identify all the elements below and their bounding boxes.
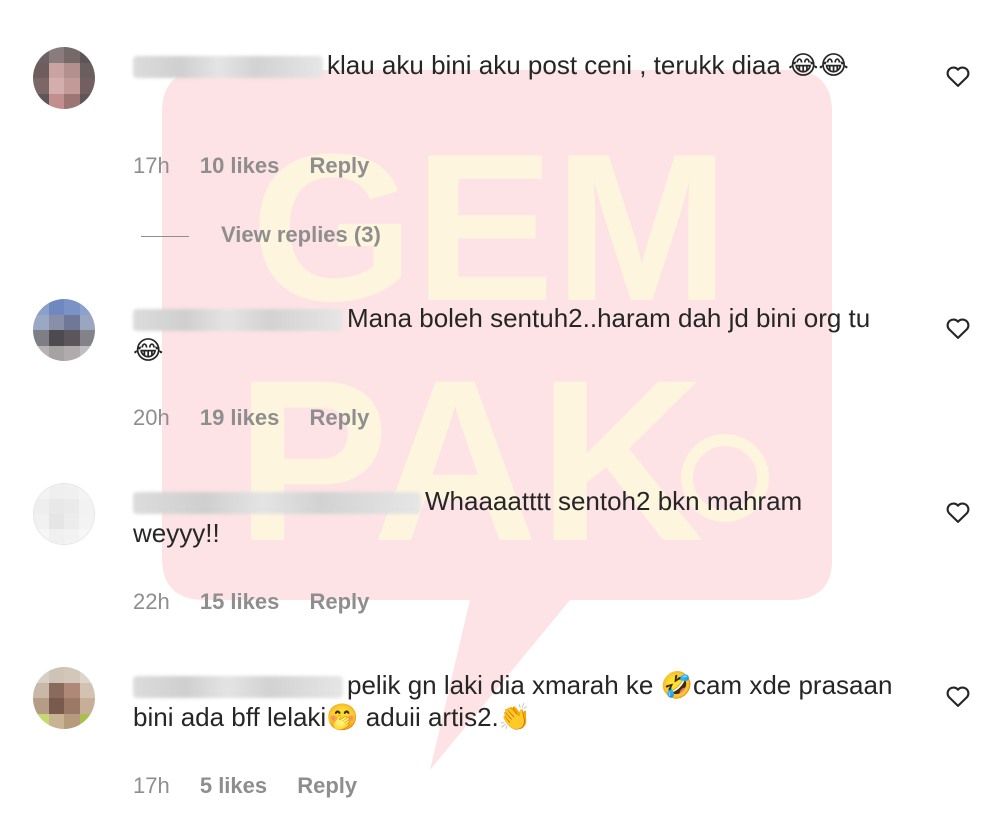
heart-icon[interactable] (944, 682, 972, 710)
reply-button[interactable]: Reply (309, 589, 369, 614)
reply-button[interactable]: Reply (309, 405, 369, 430)
comment-text: Mana boleh sentuh2..haram dah jd bini or… (133, 302, 893, 366)
reply-button[interactable]: Reply (297, 773, 357, 798)
username-blurred[interactable] (133, 309, 343, 332)
view-replies-label: View replies (3) (221, 222, 381, 247)
replies-divider (141, 235, 189, 237)
comment-meta: 17h 10 likes Reply (133, 153, 369, 179)
avatar[interactable] (33, 483, 95, 545)
view-replies-button[interactable]: View replies (3) (141, 222, 381, 248)
comment-body: klau aku bini aku post ceni , terukk dia… (327, 50, 849, 80)
likes-count[interactable]: 19 likes (200, 405, 280, 430)
timestamp: 22h (133, 589, 170, 614)
comment-text: pelik gn laki dia xmarah ke 🤣cam xde pra… (133, 669, 893, 733)
likes-count[interactable]: 10 likes (200, 153, 280, 178)
comment-meta: 20h 19 likes Reply (133, 405, 369, 431)
comment-text: klau aku bini aku post ceni , terukk dia… (133, 49, 893, 81)
heart-icon[interactable] (944, 62, 972, 90)
timestamp: 17h (133, 153, 170, 178)
comment-text: Whaaaatttt sentoh2 bkn mahram weyyy!! (133, 485, 893, 549)
avatar[interactable] (33, 47, 95, 109)
heart-icon[interactable] (944, 314, 972, 342)
timestamp: 20h (133, 405, 170, 430)
timestamp: 17h (133, 773, 170, 798)
likes-count[interactable]: 15 likes (200, 589, 280, 614)
username-blurred[interactable] (133, 492, 421, 515)
watermark-line2: PAK (236, 332, 705, 589)
avatar[interactable] (33, 667, 95, 729)
likes-count[interactable]: 5 likes (200, 773, 267, 798)
heart-icon[interactable] (944, 498, 972, 526)
reply-button[interactable]: Reply (309, 153, 369, 178)
username-blurred[interactable] (133, 56, 323, 79)
comment-meta: 22h 15 likes Reply (133, 589, 369, 615)
avatar[interactable] (33, 299, 95, 361)
comment-meta: 17h 5 likes Reply (133, 773, 357, 799)
username-blurred[interactable] (133, 676, 343, 699)
